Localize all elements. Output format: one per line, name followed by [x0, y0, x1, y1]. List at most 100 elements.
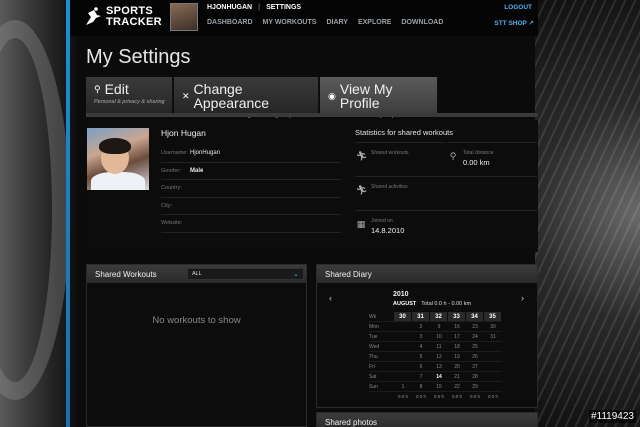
stt-shop-link[interactable]: STT SHOP ↗ — [494, 19, 534, 27]
week-number[interactable]: 32 — [430, 312, 448, 322]
week-total: 0.0 h — [469, 394, 480, 399]
weekday-label: Tue — [369, 332, 394, 342]
next-month-icon[interactable]: › — [521, 293, 524, 303]
sports-tracker-logo[interactable]: SPORTS TRACKER — [84, 5, 174, 31]
calendar-day[interactable]: 24 — [466, 332, 484, 342]
calendar-day[interactable]: 29 — [466, 382, 484, 392]
calendar-day[interactable]: 10 — [430, 332, 448, 342]
week-total: 0.0 h — [451, 394, 462, 399]
tab-view-my-profile[interactable]: ◉View My Profile View how others see you… — [320, 77, 438, 119]
settings-link[interactable]: SETTINGS — [266, 4, 301, 11]
calendar-day[interactable]: 31 — [484, 332, 502, 342]
calendar-day[interactable]: 18 — [448, 342, 466, 352]
calendar-day[interactable]: 4 — [412, 342, 430, 352]
stat-shared-workouts: 🏃︎ Shared workouts — [355, 142, 445, 176]
calendar-day[interactable]: 25 — [466, 342, 484, 352]
calendar-day[interactable]: 12 — [430, 352, 448, 362]
username-link[interactable]: HJONHUGAN — [207, 4, 252, 11]
tab-edit[interactable]: ⚲ Edit Personal & privacy & sharing — [86, 77, 173, 113]
week-total: 0.0 h — [487, 394, 498, 399]
weekday-label: Sun — [369, 382, 394, 392]
calendar-day[interactable]: 19 — [448, 352, 466, 362]
stat-shared-activities: 🏃︎ Shared activities — [355, 176, 537, 210]
location-pin-icon: ⚲ — [449, 151, 457, 161]
calendar-day[interactable]: 17 — [448, 332, 466, 342]
calendar-day[interactable]: 13 — [430, 362, 448, 372]
calendar-row: Sun 1 8 15 22 29 — [369, 382, 502, 392]
logout-link[interactable]: LOGOUT — [504, 4, 532, 11]
calendar-year: 2010 — [393, 291, 409, 298]
prev-month-icon[interactable]: ‹ — [329, 293, 332, 303]
calendar-day[interactable]: 14 — [430, 372, 448, 382]
profile-fields: Username: HjonHugan Gender: Male Country: … — [161, 145, 341, 233]
empty-workouts-message: No workouts to show — [152, 315, 241, 326]
watermark: #1119423 — [588, 410, 636, 423]
week-number[interactable]: 35 — [484, 312, 502, 322]
tab-underline — [86, 113, 538, 117]
calendar-day[interactable]: 26 — [466, 352, 484, 362]
totals-spacer — [369, 392, 394, 402]
week-total: 0.0 h — [433, 394, 444, 399]
nav-my-workouts[interactable]: MY WORKOUTS — [263, 19, 317, 26]
stat-joined: ▦ Joined on 14.8.2010 — [355, 210, 537, 244]
calendar-day[interactable]: 2 — [412, 322, 430, 332]
calendar-day[interactable]: 3 — [412, 332, 430, 342]
calendar-row: Fri 6 13 20 27 — [369, 362, 502, 372]
nav-explore[interactable]: EXPLORE — [358, 19, 391, 26]
calendar-day — [394, 362, 412, 372]
weekday-label: Sat — [369, 372, 394, 382]
calendar-day[interactable]: 7 — [412, 372, 430, 382]
calendar-day[interactable]: 20 — [448, 362, 466, 372]
calendar-day[interactable]: 15 — [430, 382, 448, 392]
stats-title: Statistics for shared workouts — [355, 128, 453, 137]
calendar-day[interactable]: 9 — [430, 322, 448, 332]
calendar-day[interactable]: 8 — [412, 382, 430, 392]
stat-total-distance: ⚲ Total distance 0.00 km — [447, 142, 537, 176]
header-avatar[interactable] — [170, 3, 198, 31]
user-nav: HJONHUGAN | SETTINGS — [207, 4, 302, 11]
shared-photos-title: Shared photos — [317, 413, 537, 427]
week-total: 0.0 h — [397, 394, 408, 399]
tab-change-appearance[interactable]: ✕Change Appearance Customize colors and … — [174, 77, 319, 119]
calendar-day — [394, 372, 412, 382]
nav-diary[interactable]: DIARY — [326, 19, 348, 26]
calendar-day[interactable]: 23 — [466, 322, 484, 332]
nav-dashboard[interactable]: DASHBOARD — [207, 19, 253, 26]
workouts-filter-select[interactable]: ALL ⌄ — [187, 268, 304, 280]
calendar-day[interactable]: 6 — [412, 362, 430, 372]
calendar-day[interactable]: 30 — [484, 322, 502, 332]
calendar-day[interactable]: 22 — [448, 382, 466, 392]
wrench-icon: ⚲ — [94, 84, 101, 94]
calendar-day — [484, 342, 502, 352]
tools-icon: ✕ — [182, 91, 190, 101]
field-country: Country: — [161, 180, 341, 198]
page-title: My Settings — [86, 46, 191, 68]
calendar-day[interactable]: 16 — [448, 322, 466, 332]
calendar-day[interactable]: 1 — [394, 382, 412, 392]
week-number[interactable]: 30 — [394, 312, 412, 322]
calendar-day — [484, 382, 502, 392]
calendar-row: Sat 7 14 21 28 — [369, 372, 502, 382]
calendar-day — [484, 372, 502, 382]
calendar-row: Wed 4 11 18 25 — [369, 342, 502, 352]
main-nav: DASHBOARD MY WORKOUTS DIARY EXPLORE DOWNLOAD — [207, 19, 453, 26]
calendar-day[interactable]: 21 — [448, 372, 466, 382]
calendar-row: Thu 5 12 19 26 — [369, 352, 502, 362]
top-header: SPORTS TRACKER HJONHUGAN | SETTINGS DASHBO… — [70, 0, 538, 36]
background-right-decor — [535, 0, 640, 427]
profile-section: Hjon Hugan Username: HjonHugan Gender: Mal… — [86, 120, 538, 252]
runner-icon: 🏃︎ — [356, 151, 368, 161]
calendar-day — [394, 342, 412, 352]
week-number[interactable]: 33 — [448, 312, 466, 322]
nav-download[interactable]: DOWNLOAD — [401, 19, 443, 26]
profile-photo — [87, 128, 149, 190]
calendar-day — [484, 362, 502, 372]
calendar-day[interactable]: 5 — [412, 352, 430, 362]
calendar-day[interactable]: 28 — [466, 372, 484, 382]
runner-icon: 🏃︎ — [356, 185, 368, 195]
week-number[interactable]: 31 — [412, 312, 430, 322]
calendar-day[interactable]: 27 — [466, 362, 484, 372]
calendar-day[interactable]: 11 — [430, 342, 448, 352]
calendar-row: Tue 3 10 17 24 31 — [369, 332, 502, 342]
week-number[interactable]: 34 — [466, 312, 484, 322]
